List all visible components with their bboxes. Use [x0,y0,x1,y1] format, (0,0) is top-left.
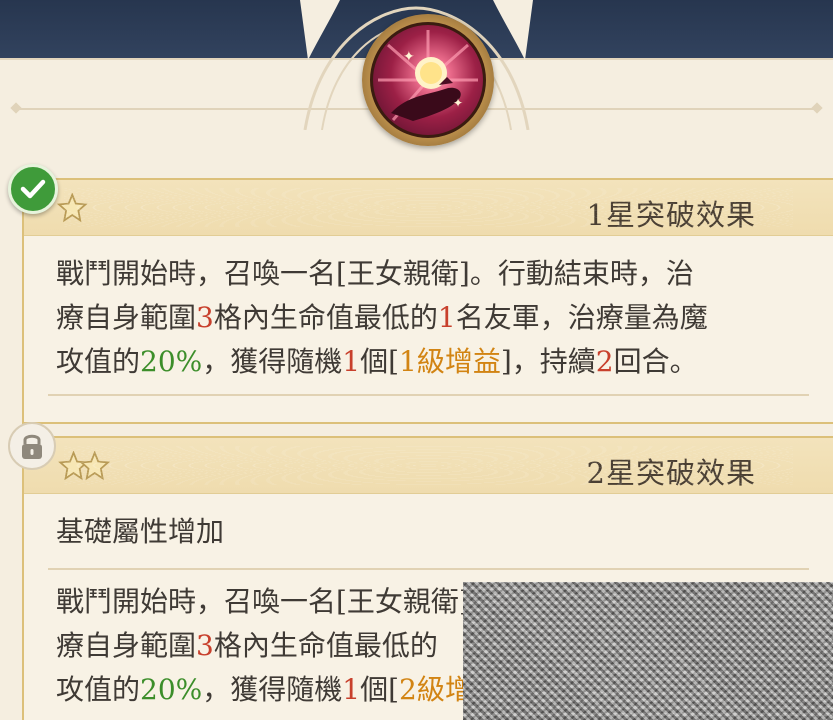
star-rating-1 [56,193,88,223]
breakthrough-card-1: 1星突破效果 戰鬥開始時，召喚一名[王女親衛]。行動結束時，治 療自身範圍3格內… [22,178,833,424]
glowing-orb-hand-icon: ✦ ✦ [370,22,486,138]
effect-description: 基礎屬性增加 [24,494,833,554]
description-line: 療自身範圍3格內生命值最低的1名友軍，治療量為魔 [56,301,708,334]
subtitle: 基礎屬性增加 [56,515,225,548]
description-line: 攻值的20%，獲得隨機1個[1級增益]，持續2回合。 [56,345,698,378]
star-rating-2 [58,451,111,481]
effect-description: 戰鬥開始時，召喚一名[王女親衛]。行動結束時，治 療自身範圍3格內生命值最低的1… [24,236,833,384]
check-icon [20,179,46,199]
locked-badge [8,422,56,470]
card-title: 1星突破效果 [586,198,756,232]
divider [48,394,809,396]
card-header: 1星突破效果 [24,180,833,236]
svg-text:✦: ✦ [403,49,415,65]
star-icon [79,451,111,481]
description-line: 戰鬥開始時，召喚一名[王女親衛]。行動結束時，治 [56,257,694,290]
star-icon [56,193,88,223]
svg-text:✦: ✦ [453,96,463,110]
obscured-region [463,582,833,720]
skill-icon[interactable]: ✦ ✦ [362,14,494,146]
card-title: 2星突破效果 [586,456,756,490]
card-header: 2星突破效果 [24,438,833,494]
star-icon [58,451,89,481]
unlocked-badge [8,164,58,214]
lock-icon [22,434,42,459]
